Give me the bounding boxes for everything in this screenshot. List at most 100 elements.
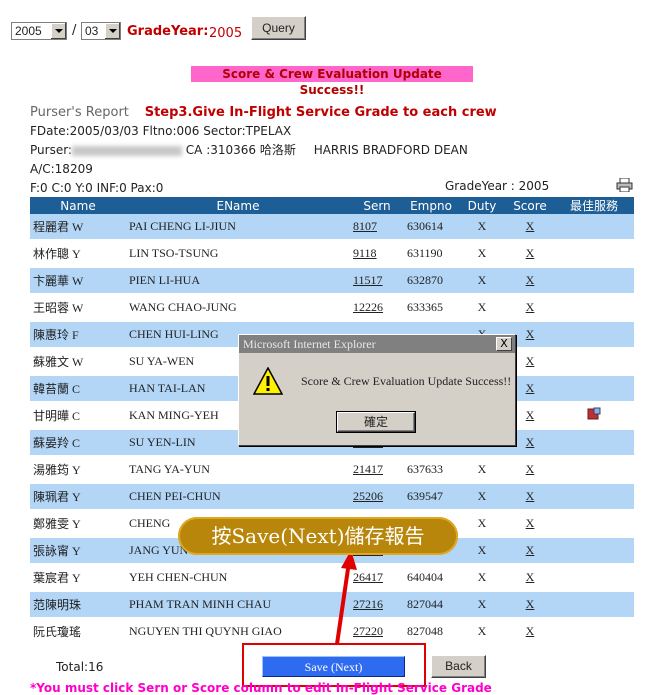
best-service-cell [554, 240, 634, 268]
crew-ename: LIN TSO-TSUNG [126, 240, 350, 268]
success-banner: Score & Crew Evaluation Update Success!! [191, 66, 473, 97]
crew-name: 陳珮君 Y [30, 483, 126, 511]
table-header: Name EName Sern Empno Duty Score 最佳服務 [30, 197, 634, 214]
crew-sern[interactable]: 9118 [350, 240, 404, 268]
crew-name: 林作聰 Y [30, 240, 126, 268]
crew-score[interactable]: X [506, 456, 554, 484]
crew-score[interactable]: X [506, 537, 554, 565]
crew-ename: NGUYEN THI QUYNH GIAO [126, 618, 350, 646]
crew-ename: PIEN LI-HUA [126, 267, 350, 295]
dialog-ok-button[interactable]: 確定 [337, 412, 415, 432]
crew-name: 阮氏瓊瑤 [30, 618, 126, 646]
best-service-cell [554, 267, 634, 295]
crew-name: 蘇晏羚 C [30, 429, 126, 457]
crew-score[interactable]: X [506, 214, 554, 241]
dialog-close-button[interactable]: X [496, 337, 512, 351]
best-service-cell [554, 429, 634, 457]
edit-icon[interactable] [586, 407, 602, 421]
crew-empno: 827044 [404, 591, 458, 619]
best-service-cell [554, 456, 634, 484]
header-name: Name [30, 197, 126, 214]
crew-empno: 632870 [404, 267, 458, 295]
back-button[interactable]: Back [431, 655, 486, 678]
crew-score[interactable]: X [506, 483, 554, 511]
best-service-cell [554, 402, 634, 430]
dialog-message: Score & Crew Evaluation Update Success!! [301, 374, 512, 388]
crew-name: 韓苔蘭 C [30, 375, 126, 403]
crew-name: 甘明曄 C [30, 402, 126, 430]
crew-score[interactable]: X [506, 591, 554, 619]
pax-info: F:0 C:0 Y:0 INF:0 Pax:0 [30, 181, 164, 195]
year-value: 2005 [15, 24, 42, 38]
grade-year-info: GradeYear : 2005 [445, 179, 550, 193]
crew-ename: CHEN PEI-CHUN [126, 483, 350, 511]
printer-icon[interactable] [616, 177, 633, 193]
year-dropdown-arrow-icon[interactable] [50, 23, 66, 39]
month-value: 03 [85, 24, 99, 38]
crew-sern[interactable]: 11517 [350, 267, 404, 295]
crew-ename: WANG CHAO-JUNG [126, 294, 350, 322]
crew-sern[interactable]: 25206 [350, 483, 404, 511]
best-service-cell [554, 510, 634, 538]
query-button[interactable]: Query [251, 16, 306, 40]
header-sern: Sern [350, 197, 404, 214]
crew-duty: X [458, 510, 506, 538]
month-dropdown-arrow-icon[interactable] [104, 23, 120, 39]
total-count: Total:16 [56, 660, 104, 674]
crew-empno: 639547 [404, 483, 458, 511]
year-select[interactable]: 2005 [11, 22, 67, 40]
table-row: 林作聰 Y LIN TSO-TSUNG 9118 631190 X X [30, 240, 634, 268]
crew-score[interactable]: X [506, 240, 554, 268]
purser-line: Purser: CA :310366 哈洛斯 HARRIS BRADFORD D… [30, 141, 468, 158]
month-select[interactable]: 03 [81, 22, 121, 40]
crew-empno: 640404 [404, 564, 458, 592]
crew-duty: X [458, 483, 506, 511]
table-row: 程麗君 W PAI CHENG LI-JIUN 8107 630614 X X [30, 214, 634, 241]
crew-duty: X [458, 267, 506, 295]
alert-dialog: Microsoft Internet Explorer X Score & Cr… [238, 334, 516, 446]
crew-ename: TANG YA-YUN [126, 456, 350, 484]
crew-empno: 827048 [404, 618, 458, 646]
crew-name: 卞麗華 W [30, 267, 126, 295]
crew-score[interactable]: X [506, 294, 554, 322]
crew-name: 湯雅筠 Y [30, 456, 126, 484]
header-best-service: 最佳服務 [554, 197, 634, 214]
crew-score[interactable]: X [506, 510, 554, 538]
crew-name: 蘇雅文 W [30, 348, 126, 376]
crew-name: 程麗君 W [30, 214, 126, 241]
crew-sern[interactable]: 8107 [350, 214, 404, 241]
best-service-cell [554, 483, 634, 511]
crew-sern[interactable]: 21417 [350, 456, 404, 484]
purser-ca: CA :310366 哈洛斯 [185, 143, 296, 157]
crew-name: 范陳明珠 [30, 591, 126, 619]
crew-duty: X [458, 214, 506, 241]
crew-duty: X [458, 591, 506, 619]
best-service-cell [554, 348, 634, 376]
header-empno: Empno [404, 197, 458, 214]
header-score: Score [506, 197, 554, 214]
crew-name: 王昭蓉 W [30, 294, 126, 322]
table-row: 王昭蓉 W WANG CHAO-JUNG 12226 633365 X X [30, 294, 634, 322]
crew-name: 葉宸君 Y [30, 564, 126, 592]
grade-year-value: 2005 [209, 26, 243, 41]
flight-info: FDate:2005/03/03 Fltno:006 Sector:TPELAX [30, 124, 292, 138]
crew-ename: YEH CHEN-CHUN [126, 564, 350, 592]
date-separator: / [72, 23, 77, 38]
crew-sern[interactable]: 12226 [350, 294, 404, 322]
crew-score[interactable]: X [506, 267, 554, 295]
crew-ename: PAI CHENG LI-JIUN [126, 214, 350, 241]
edit-note: *You must click Sern or Score column to … [30, 681, 492, 695]
grade-year-label: GradeYear: [127, 24, 209, 39]
crew-duty: X [458, 294, 506, 322]
table-row: 湯雅筠 Y TANG YA-YUN 21417 637633 X X [30, 456, 634, 484]
best-service-cell [554, 321, 634, 349]
crew-duty: X [458, 618, 506, 646]
crew-ename: PHAM TRAN MINH CHAU [126, 591, 350, 619]
crew-duty: X [458, 240, 506, 268]
crew-empno: 630614 [404, 214, 458, 241]
aircraft-info: A/C:18209 [30, 162, 93, 176]
best-service-cell [554, 294, 634, 322]
crew-score[interactable]: X [506, 618, 554, 646]
crew-score[interactable]: X [506, 564, 554, 592]
callout-bubble: 按Save(Next)儲存報告 [178, 517, 458, 555]
